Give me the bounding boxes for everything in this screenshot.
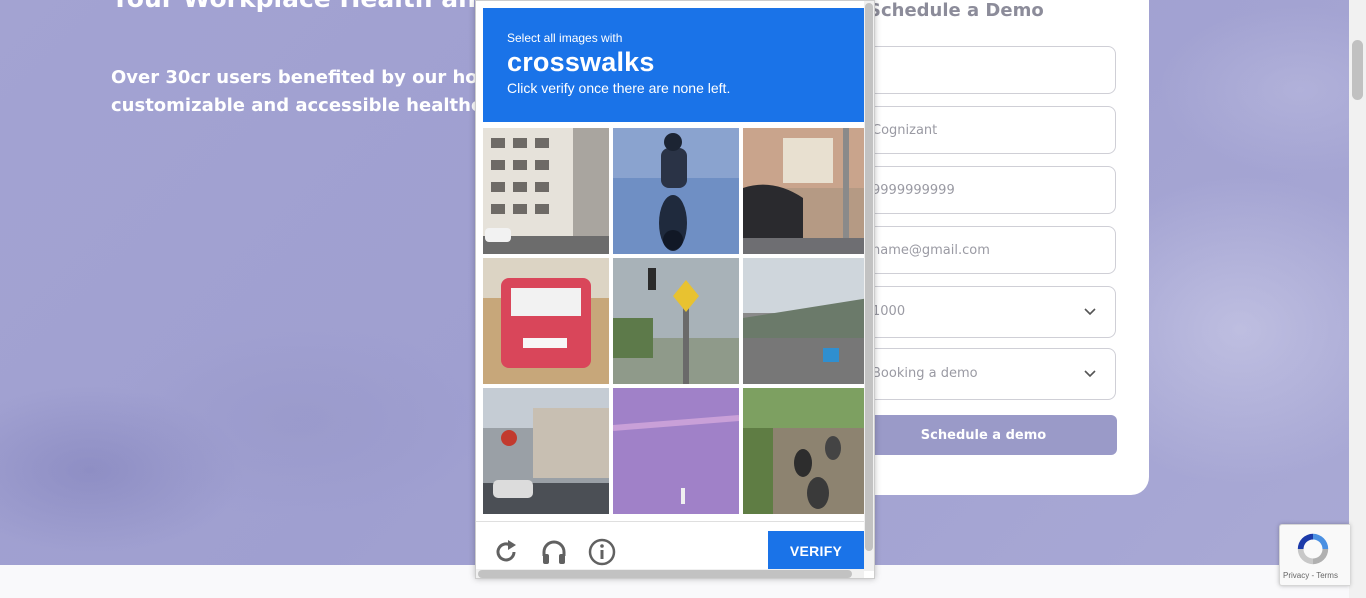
recaptcha-logo-icon bbox=[1297, 533, 1329, 565]
captcha-tile-6[interactable] bbox=[743, 258, 869, 384]
schedule-demo-button[interactable]: Schedule a demo bbox=[850, 415, 1117, 455]
headphones-icon[interactable] bbox=[540, 538, 568, 566]
recaptcha-links[interactable]: Privacy - Terms bbox=[1283, 571, 1338, 580]
captcha-target: crosswalks bbox=[507, 47, 655, 77]
captcha-tile-9[interactable] bbox=[743, 388, 869, 514]
captcha-tile-1[interactable] bbox=[483, 128, 609, 254]
employees-select-value: 1000 bbox=[872, 304, 906, 319]
chevron-down-icon bbox=[1084, 308, 1096, 316]
captcha-tile-4[interactable] bbox=[483, 258, 609, 384]
captcha-header: Select all images with crosswalks Click … bbox=[483, 8, 864, 122]
captcha-scrollbar-vertical-thumb[interactable] bbox=[865, 3, 873, 551]
captcha-footer-divider bbox=[476, 521, 864, 522]
purpose-select-value: Booking a demo bbox=[872, 366, 978, 381]
reload-icon[interactable] bbox=[492, 538, 520, 566]
captcha-prompt: Select all images with bbox=[507, 31, 623, 45]
company-field-value: Cognizant bbox=[872, 123, 938, 138]
captcha-tile-3[interactable] bbox=[743, 128, 869, 254]
info-icon[interactable] bbox=[588, 538, 616, 566]
verify-button[interactable]: VERIFY bbox=[768, 531, 864, 571]
captcha-tile-2[interactable] bbox=[613, 128, 739, 254]
phone-field-value: 9999999999 bbox=[872, 183, 955, 198]
captcha-tile-7[interactable] bbox=[483, 388, 609, 514]
chevron-down-icon bbox=[1084, 370, 1096, 378]
captcha-scrollbar-horizontal-thumb[interactable] bbox=[478, 570, 852, 578]
page-scrollbar-thumb[interactable] bbox=[1352, 40, 1363, 100]
form-title: Schedule a Demo bbox=[868, 0, 1044, 21]
captcha-instruction: Click verify once there are none left. bbox=[507, 80, 731, 96]
captcha-tile-5[interactable] bbox=[613, 258, 739, 384]
captcha-tile-8[interactable] bbox=[613, 388, 739, 514]
email-field-value: name@gmail.com bbox=[872, 243, 990, 258]
name-field[interactable] bbox=[850, 46, 1116, 94]
